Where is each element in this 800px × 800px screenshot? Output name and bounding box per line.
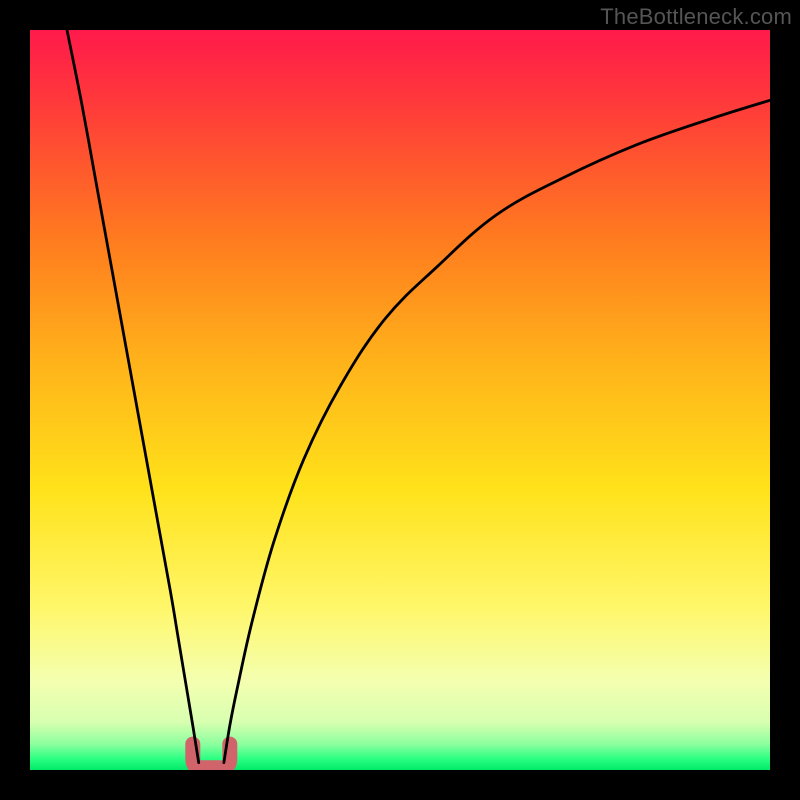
chart-frame	[30, 30, 770, 770]
gradient-background	[30, 30, 770, 770]
watermark-text: TheBottleneck.com	[600, 4, 792, 30]
bottleneck-chart	[30, 30, 770, 770]
